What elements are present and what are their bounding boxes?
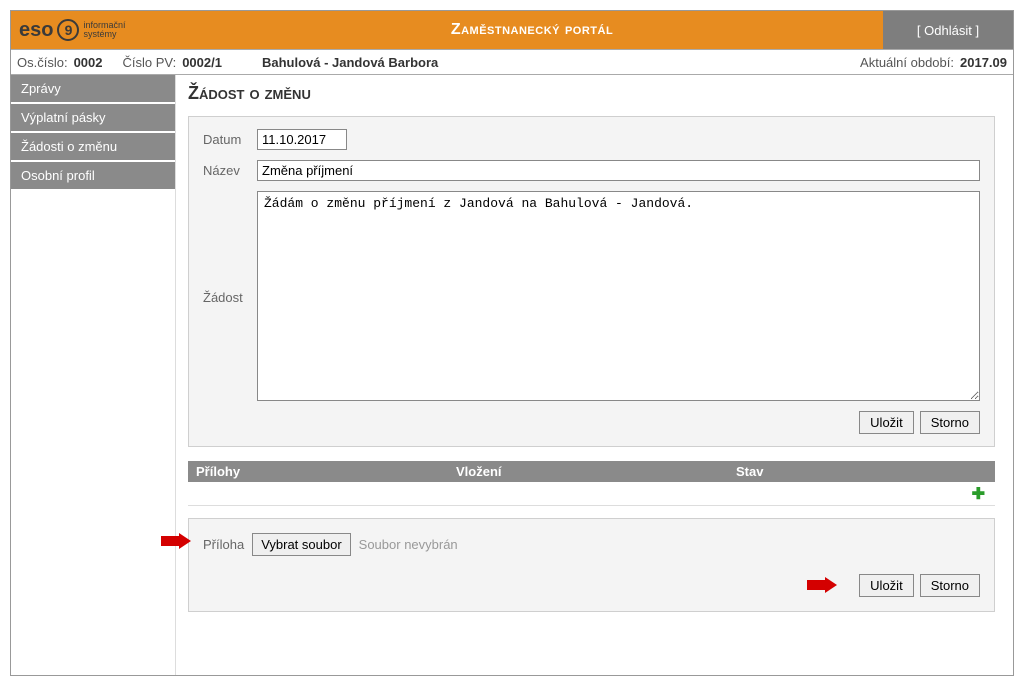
cancel-button[interactable]: Storno: [920, 411, 980, 434]
name-label: Název: [203, 160, 257, 178]
date-label: Datum: [203, 129, 257, 147]
attachment-save-button[interactable]: Uložit: [859, 574, 914, 597]
info-bar: Os.číslo: 0002 Číslo PV: 0002/1 Bahulová…: [11, 49, 1013, 75]
sidebar-item-zpravy[interactable]: Zprávy: [11, 75, 175, 104]
logout-link[interactable]: [ Odhlásit ]: [883, 11, 1013, 49]
name-input[interactable]: [257, 160, 980, 181]
choose-file-button[interactable]: Vybrat soubor: [252, 533, 350, 556]
sidebar: Zprávy Výplatní pásky Žádosti o změnu Os…: [11, 75, 176, 675]
attachment-cancel-button[interactable]: Storno: [920, 574, 980, 597]
col-stav: Stav: [728, 461, 995, 482]
request-textarea[interactable]: [257, 191, 980, 401]
logo-subtext: informační systémy: [83, 21, 125, 39]
add-attachment-icon[interactable]: ✚: [972, 484, 985, 504]
date-input[interactable]: [257, 129, 347, 150]
app-title: Zaměstnanecký portál: [181, 21, 883, 39]
cislo-pv-value: 0002/1: [182, 55, 222, 70]
period-label: Aktuální období:: [860, 55, 954, 70]
sidebar-item-vyplatni-pasky[interactable]: Výplatní pásky: [11, 104, 175, 133]
attachment-form: Příloha Vybrat soubor Soubor nevybrán Ul…: [188, 518, 995, 612]
request-form: Datum Název Žádost Uložit Storno: [188, 116, 995, 447]
attachment-label: Příloha: [203, 537, 244, 552]
file-status: Soubor nevybrán: [359, 537, 458, 552]
logo-text: eso: [19, 19, 53, 42]
logo: eso 9 informační systémy: [11, 19, 181, 42]
header-bar: eso 9 informační systémy Zaměstnanecký p…: [11, 11, 1013, 49]
sidebar-item-osobni-profil[interactable]: Osobní profil: [11, 162, 175, 191]
cislo-pv-label: Číslo PV:: [123, 55, 177, 70]
logo-nine-icon: 9: [57, 19, 79, 41]
request-label: Žádost: [203, 287, 257, 305]
sidebar-item-zadosti-o-zmenu[interactable]: Žádosti o změnu: [11, 133, 175, 162]
attachments-add-row: ✚: [188, 482, 995, 506]
red-arrow-icon: [807, 577, 837, 593]
col-prilohy: Přílohy: [188, 461, 448, 482]
period-value: 2017.09: [960, 55, 1007, 70]
red-arrow-icon: [161, 533, 191, 549]
os-cislo-value: 0002: [74, 55, 103, 70]
body-area: Zprávy Výplatní pásky Žádosti o změnu Os…: [11, 75, 1013, 675]
save-button[interactable]: Uložit: [859, 411, 914, 434]
form-button-row: Uložit Storno: [203, 411, 980, 434]
page-title: Žádost o změnu: [188, 83, 995, 104]
main-content: Žádost o změnu Datum Název Žádost Uložit…: [176, 75, 1013, 675]
attachments-header: Přílohy Vložení Stav: [188, 461, 995, 482]
col-vlozeni: Vložení: [448, 461, 728, 482]
app-window: eso 9 informační systémy Zaměstnanecký p…: [10, 10, 1014, 676]
employee-name: Bahulová - Jandová Barbora: [262, 55, 438, 70]
os-cislo-label: Os.číslo:: [17, 55, 68, 70]
